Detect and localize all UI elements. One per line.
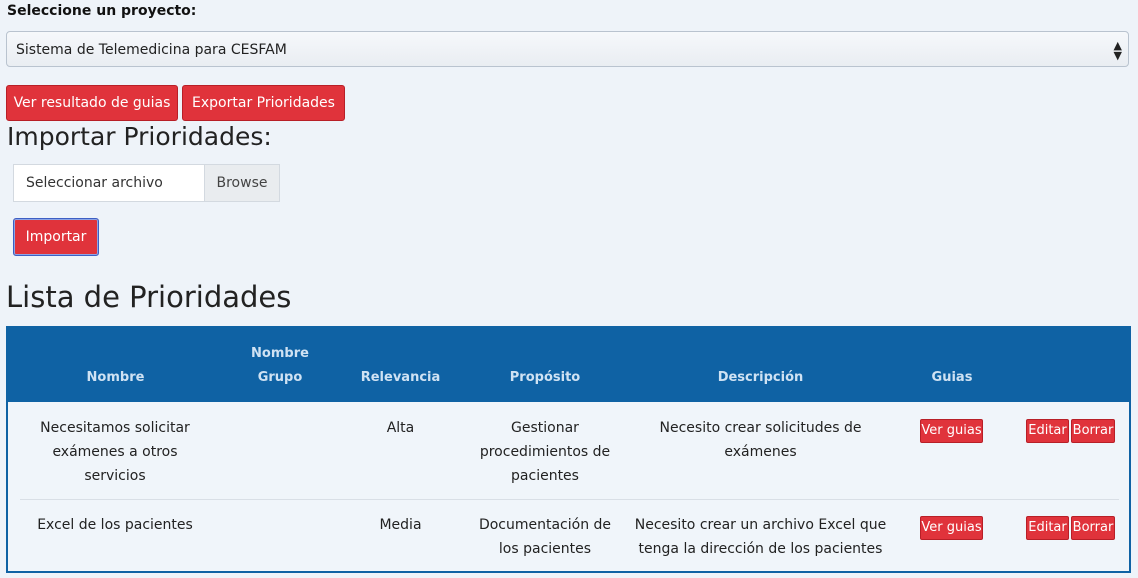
column-header-guias: Guias [931,370,973,385]
export-priorities-button[interactable]: Exportar Prioridades [182,85,345,121]
cell-proposito: Gestionar procedimientos de pacientes [479,420,611,484]
cell-proposito: Documentación de los pacientes [478,517,612,557]
column-header-proposito: Propósito [509,370,581,385]
cell-descripcion: Necesito crear un archivo Excel que teng… [634,517,887,557]
priorities-table: Nombre Nombre Grupo Relevancia Propósito… [6,326,1131,573]
cell-nombre: Necesitamos solicitar exámenes a otros s… [40,420,190,484]
column-header-nombre-grupo: Nombre Grupo [251,346,309,385]
column-header-nombre: Nombre [86,370,145,385]
file-input[interactable]: Seleccionar archivo Browse [13,164,280,202]
delete-button[interactable]: Borrar [1071,516,1115,540]
table-row: Necesitamos solicitar exámenes a otros s… [8,402,1129,499]
select-arrows-icon: ▲ ▼ [1113,39,1122,62]
cell-descripcion: Necesito crear solicitudes de exámenes [659,420,862,460]
cell-relevancia: Alta [386,420,415,436]
edit-button[interactable]: Editar [1026,516,1069,540]
ver-guias-button[interactable]: Ver guias [920,419,983,443]
import-title: Importar Prioridades: [7,122,272,151]
file-input-placeholder: Seleccionar archivo [26,175,163,191]
column-header-descripcion: Descripción [717,370,804,385]
table-row: Excel de los pacientes Media Documentaci… [8,499,1129,573]
list-title: Lista de Prioridades [6,280,292,314]
column-header-relevancia: Relevancia [360,370,441,385]
import-button[interactable]: Importar [13,218,99,256]
cell-relevancia: Media [379,517,422,533]
view-guides-result-button[interactable]: Ver resultado de guias [6,85,178,121]
project-select[interactable]: Sistema de Telemedicina para CESFAM ▲ ▼ [6,31,1129,67]
table-header: Nombre Nombre Grupo Relevancia Propósito… [8,328,1129,402]
edit-button[interactable]: Editar [1026,419,1069,443]
project-select-label: Seleccione un proyecto: [7,3,197,19]
cell-nombre: Excel de los pacientes [37,517,193,533]
ver-guias-button[interactable]: Ver guias [920,516,983,540]
delete-button[interactable]: Borrar [1071,419,1115,443]
browse-button[interactable]: Browse [204,165,279,201]
project-select-value: Sistema de Telemedicina para CESFAM [16,42,287,58]
